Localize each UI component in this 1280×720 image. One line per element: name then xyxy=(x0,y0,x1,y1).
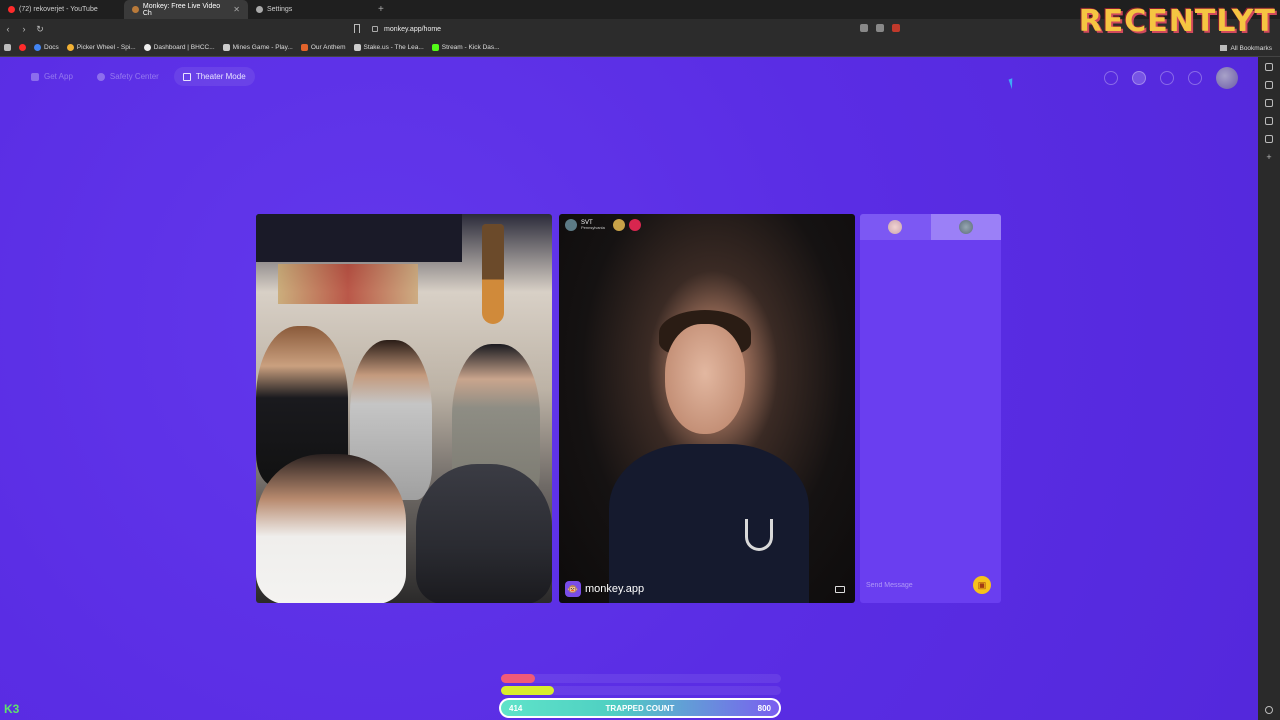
chat-tab-remote[interactable] xyxy=(930,214,1001,240)
chat-tab-self[interactable] xyxy=(860,214,931,240)
bookmark-kick[interactable]: Stream - Kick Das... xyxy=(431,44,500,51)
reading-list-icon[interactable] xyxy=(1265,99,1273,107)
trapped-right-value: 800 xyxy=(757,703,771,713)
heart-icon[interactable] xyxy=(612,219,625,231)
add-icon[interactable]: + xyxy=(1265,153,1273,162)
brand-text: monkey.app xyxy=(585,583,645,595)
wallet-icon[interactable] xyxy=(1265,81,1273,89)
remote-person-face xyxy=(665,324,745,434)
tab-label: (72) rekoverjet - YouTube xyxy=(19,6,98,13)
chat-input-row: ▣ xyxy=(866,575,995,595)
browser-side-panel: + xyxy=(1258,57,1280,720)
mouse-cursor xyxy=(1008,76,1020,90)
bookmark-mines[interactable]: Mines Game - Play... xyxy=(222,44,293,51)
trapped-left-value: 414 xyxy=(509,703,523,713)
bookmark-docs[interactable]: Docs xyxy=(34,44,59,51)
bookmark-dashboard[interactable]: Dashboard | BHCC... xyxy=(143,44,215,51)
remote-video: SVT Pennsylvania 🐵 monkey.app xyxy=(559,214,855,603)
coin-icon[interactable] xyxy=(1132,71,1146,85)
apps-icon[interactable] xyxy=(4,44,11,51)
tab-monkey[interactable]: Monkey: Free Live Video Ch ✕ xyxy=(124,0,248,19)
expand-icon xyxy=(182,72,191,81)
wall-flag xyxy=(256,214,462,262)
bookmarks-bar: Docs Picker Wheel - Spi... Dashboard | B… xyxy=(0,39,1280,57)
history-icon[interactable] xyxy=(1160,71,1174,85)
wall-poster xyxy=(278,264,418,304)
self-avatar xyxy=(888,220,903,234)
monkey-page: Get App Safety Center Theater Mode SVT P… xyxy=(0,57,1258,720)
share-icon[interactable] xyxy=(860,24,868,32)
safety-center-button[interactable]: Safety Center xyxy=(88,67,168,86)
chat-panel: ▣ xyxy=(860,214,1001,603)
remote-user-location: Pennsylvania xyxy=(581,225,605,230)
brave-shield-icon[interactable] xyxy=(876,24,884,32)
remote-user-badge[interactable]: SVT Pennsylvania xyxy=(565,219,641,231)
monkey-logo-icon: 🐵 xyxy=(565,581,581,597)
profile-avatar[interactable] xyxy=(1216,67,1238,89)
google-icon xyxy=(34,44,41,51)
tab-settings[interactable]: Settings xyxy=(248,0,372,19)
captions-icon[interactable] xyxy=(835,586,845,593)
phone-icon xyxy=(31,72,39,81)
send-message-input[interactable] xyxy=(866,581,966,589)
forward-icon[interactable]: › xyxy=(16,24,32,34)
bookmarks-panel-icon[interactable] xyxy=(1265,117,1273,125)
top-nav: Get App Safety Center Theater Mode xyxy=(22,67,255,86)
leo-icon[interactable] xyxy=(1265,63,1273,71)
folder-icon xyxy=(1220,45,1228,51)
remote-person-hoodie xyxy=(609,444,809,603)
bookmark-stake[interactable]: Stake.us - The Lea... xyxy=(353,44,424,51)
person xyxy=(416,464,552,603)
gear-icon xyxy=(256,6,263,13)
bookmark-red[interactable] xyxy=(19,44,26,51)
brand-overlay: 🐵 monkey.app xyxy=(565,581,644,597)
remote-user-avatar xyxy=(565,219,577,231)
history-panel-icon[interactable] xyxy=(1265,135,1273,143)
corner-logo: K3 xyxy=(4,702,20,716)
remote-avatar xyxy=(958,220,973,234)
red-progress-bar xyxy=(501,674,781,683)
new-tab-button[interactable]: + xyxy=(372,4,390,15)
panel-settings-icon[interactable] xyxy=(1265,706,1273,714)
brave-rewards-icon[interactable] xyxy=(892,24,900,32)
site-info-icon[interactable] xyxy=(372,26,378,32)
url-text: monkey.app/home xyxy=(384,25,442,33)
tab-label: Monkey: Free Live Video Ch xyxy=(142,2,221,17)
channel-watermark: RECENTLYT xyxy=(1078,4,1276,39)
tab-label: Settings xyxy=(267,6,293,13)
bookmark-picker-wheel[interactable]: Picker Wheel - Spi... xyxy=(66,44,136,51)
chat-tabs xyxy=(860,214,1001,240)
chat-icon[interactable] xyxy=(1188,71,1202,85)
shield-icon xyxy=(96,72,105,81)
person xyxy=(256,454,406,603)
bookmark-our-anthem[interactable]: Our Anthem xyxy=(300,44,346,51)
get-app-button[interactable]: Get App xyxy=(22,67,82,86)
tab-youtube[interactable]: (72) rekoverjet - YouTube xyxy=(0,0,124,19)
wall-guitar xyxy=(482,224,504,324)
trapped-count-label: TRAPPED COUNT xyxy=(605,703,675,713)
header-actions xyxy=(1104,67,1238,89)
hoodie-logo xyxy=(745,519,773,551)
theater-mode-button[interactable]: Theater Mode xyxy=(173,67,255,86)
red-progress-fill xyxy=(501,674,535,683)
bookmark-icon[interactable] xyxy=(354,24,360,33)
local-video xyxy=(256,214,552,603)
gift-button[interactable]: ▣ xyxy=(973,576,991,594)
search-icon[interactable] xyxy=(1104,71,1118,85)
gift-icon[interactable] xyxy=(628,219,641,231)
youtube-icon xyxy=(8,6,15,13)
url-field[interactable]: monkey.app/home xyxy=(372,19,441,39)
reload-icon[interactable]: ↻ xyxy=(32,24,48,35)
yellow-progress-bar xyxy=(501,686,781,695)
all-bookmarks[interactable]: All Bookmarks xyxy=(1220,39,1272,57)
close-tab-icon[interactable]: ✕ xyxy=(233,5,240,14)
yellow-progress-fill xyxy=(501,686,555,695)
monkey-icon xyxy=(132,6,139,13)
extension-icons xyxy=(860,24,900,32)
trapped-count-bar: 414 TRAPPED COUNT 800 xyxy=(499,698,781,718)
back-icon[interactable]: ‹ xyxy=(0,24,16,34)
